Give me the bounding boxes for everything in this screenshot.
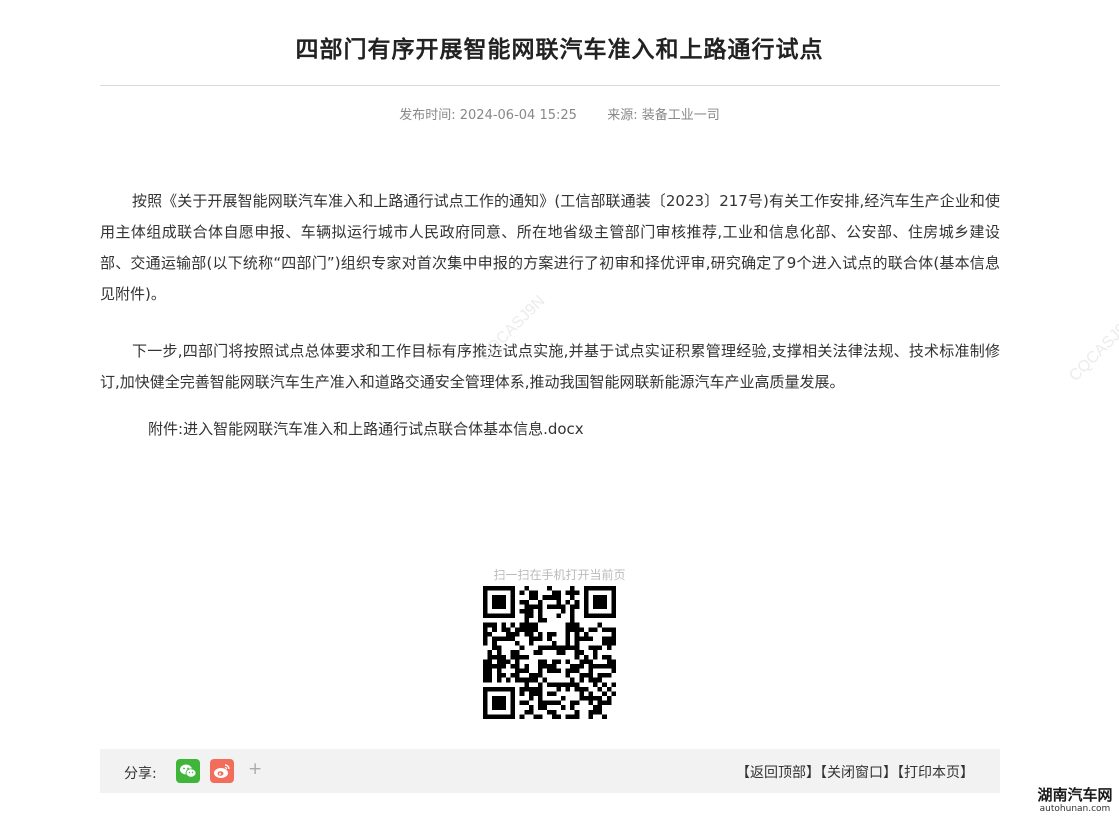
page-title: 四部门有序开展智能网联汽车准入和上路通行试点 [295, 37, 824, 63]
more-share-icon[interactable]: + [248, 759, 262, 779]
close-window-link[interactable]: 【关闭窗口】 [820, 765, 897, 781]
back-to-top-link[interactable]: 【返回顶部】 [736, 765, 820, 781]
watermark: CQCASJ9N [1066, 312, 1119, 385]
wechat-share-button[interactable] [176, 759, 200, 783]
attachment-label: 附件: [148, 420, 184, 438]
weibo-share-button[interactable] [210, 759, 234, 783]
print-page-link[interactable]: 【打印本页】 [897, 765, 974, 781]
wechat-icon [180, 764, 197, 778]
qr-code-image [483, 586, 616, 719]
site-logo: 湖南汽车网 autohunan.com [1035, 787, 1115, 815]
publish-label: 发布时间: [399, 108, 456, 123]
paragraph-1: 按照《关于开展智能网联汽车准入和上路通行试点工作的通知》(工信部联通装〔2023… [100, 192, 1000, 303]
brand-domain: autohunan.com [1039, 804, 1111, 814]
share-label: 分享: [124, 766, 157, 782]
attachment-link[interactable]: 进入智能网联汽车准入和上路通行试点联合体基本信息.docx [183, 420, 584, 438]
footer-bar: 分享: + 【返回顶部】【关闭窗口】【打印本页】 [100, 749, 1000, 793]
qr-caption: 扫一扫在手机打开当前页 [493, 568, 626, 582]
weibo-icon [214, 764, 230, 778]
attachment: 附件:进入智能网联汽车准入和上路通行试点联合体基本信息.docx [148, 418, 584, 439]
publish-time: 2024-06-04 15:25 [459, 108, 577, 123]
source-label: 来源: [607, 108, 638, 123]
source-value: 装备工业一司 [641, 108, 720, 123]
brand-name: 湖南汽车网 [1037, 786, 1113, 804]
title-divider [100, 85, 1000, 86]
footer-links: 【返回顶部】【关闭窗口】【打印本页】 [736, 762, 974, 782]
article-meta: 发布时间: 2024-06-04 15:25 来源: 装备工业一司 [0, 104, 1119, 123]
article-body: 按照《关于开展智能网联汽车准入和上路通行试点工作的通知》(工信部联通装〔2023… [100, 186, 1000, 424]
paragraph-2: 下一步,四部门将按照试点总体要求和工作目标有序推进试点实施,并基于试点实证积累管… [100, 342, 1000, 391]
